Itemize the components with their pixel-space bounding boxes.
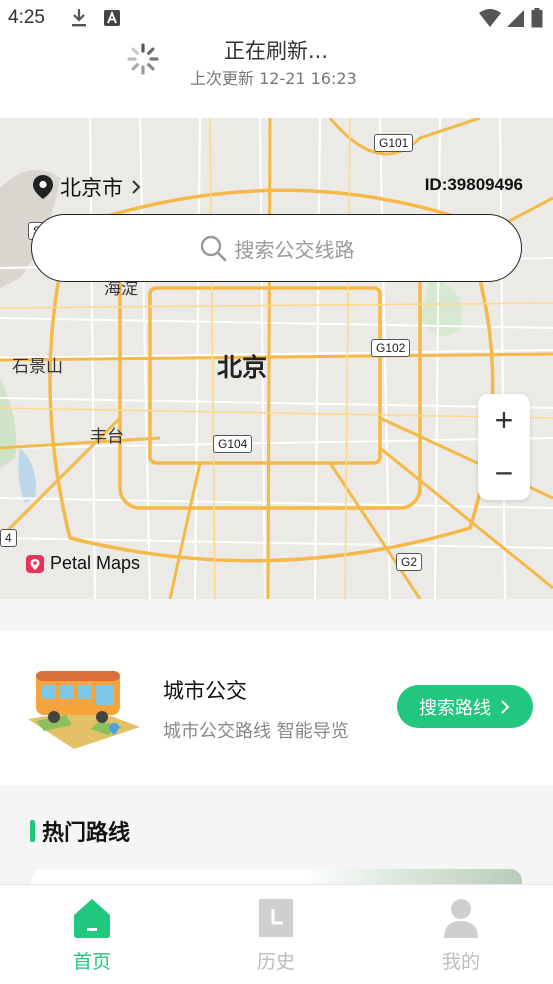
hot-routes-section: 热门路线 — [0, 785, 553, 909]
road-badge-g2: G2 — [396, 553, 423, 571]
history-icon — [259, 899, 293, 937]
location-pin-icon — [33, 175, 53, 199]
a-badge-icon — [104, 10, 120, 26]
city-name: 北京市 — [60, 176, 123, 200]
refresh-header: 正在刷新... 上次更新 12-21 16:23 — [0, 30, 553, 100]
road-badge-4: 4 — [0, 529, 17, 547]
road-badge-g102: G102 — [371, 339, 411, 357]
city-bus-title: 城市公交 — [163, 679, 247, 703]
city-selector[interactable]: 北京市 — [32, 172, 143, 202]
refresh-title: 正在刷新... — [224, 39, 329, 63]
last-update-text: 上次更新 12-21 16:23 — [190, 69, 357, 88]
section-divider — [0, 599, 553, 631]
chevron-right-icon — [132, 180, 141, 194]
search-route-label: 搜索路线 — [419, 697, 491, 719]
nav-label-home: 首页 — [72, 951, 111, 973]
bottom-nav: 首页 历史 我的 — [0, 884, 553, 984]
city-bus-card[interactable]: 城市公交 城市公交路线 智能导览 搜索路线 — [0, 631, 553, 785]
profile-icon — [444, 899, 478, 938]
map-id-text: ID:39809496 — [424, 175, 523, 194]
nav-label-history: 历史 — [256, 951, 295, 973]
nav-item-home[interactable]: 首页 — [32, 885, 152, 984]
petal-maps-text: Petal Maps — [50, 553, 141, 573]
section-accent-bar — [30, 820, 35, 842]
nav-item-history[interactable]: 历史 — [216, 885, 336, 984]
wifi-icon — [479, 9, 501, 27]
road-badge-g101: G101 — [374, 134, 414, 152]
status-right — [479, 8, 543, 28]
home-icon — [74, 899, 110, 938]
hot-routes-title: 热门路线 — [42, 821, 131, 846]
signal-icon — [507, 10, 524, 27]
zoom-in-button[interactable]: + — [478, 394, 530, 447]
zoom-controls: + − — [478, 394, 530, 500]
road-badge-g104: G104 — [213, 435, 253, 453]
search-placeholder: 搜索公交线路 — [234, 237, 355, 262]
bus-illustration-icon — [28, 671, 140, 749]
download-icon — [72, 9, 86, 27]
status-time: 4:25 — [8, 7, 45, 28]
zoom-out-button[interactable]: − — [478, 447, 530, 500]
chevron-right-icon — [501, 699, 510, 714]
petal-maps-attribution: Petal Maps — [26, 553, 140, 574]
city-bus-subtitle: 城市公交路线 智能导览 — [163, 721, 349, 742]
nav-label-profile: 我的 — [441, 951, 480, 973]
battery-icon — [531, 8, 543, 28]
nav-item-profile[interactable]: 我的 — [401, 885, 521, 984]
map-view[interactable]: G101 G102 G104 G2 4 S 海淀 石景山 丰台 北京 北京市 I… — [0, 118, 553, 599]
search-bar[interactable]: 搜索公交线路 — [31, 214, 522, 282]
map-label-fengtai: 丰台 — [90, 427, 124, 447]
loading-spinner-icon — [127, 43, 159, 75]
map-label-shijingshan: 石景山 — [12, 357, 63, 377]
search-route-button[interactable]: 搜索路线 — [397, 685, 533, 728]
map-label-center: 北京 — [217, 353, 268, 382]
petal-maps-logo-icon — [26, 554, 44, 573]
search-icon — [200, 235, 226, 262]
